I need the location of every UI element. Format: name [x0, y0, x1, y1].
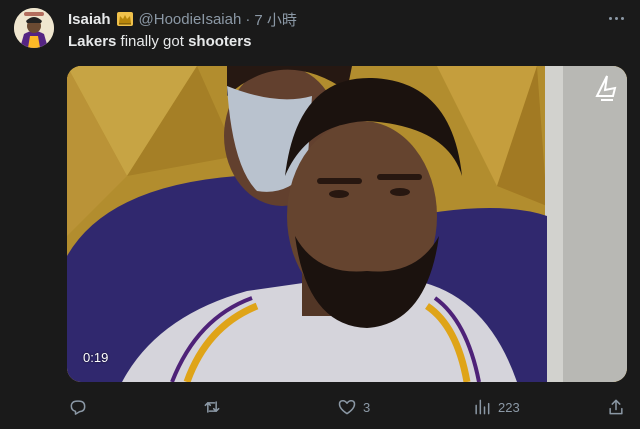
- like-button[interactable]: 3: [337, 396, 370, 418]
- retweet-icon: [204, 401, 220, 413]
- avatar[interactable]: [14, 8, 54, 48]
- views-icon: [475, 399, 490, 415]
- reply-button[interactable]: [68, 396, 88, 418]
- more-options-button[interactable]: [604, 8, 628, 28]
- timestamp[interactable]: 7 小時: [254, 9, 297, 30]
- video-duration: 0:19: [83, 350, 109, 365]
- tweet-text-bold-2: shooters: [188, 33, 252, 50]
- tweet-text: Lakers finally got shooters: [68, 33, 251, 50]
- tweet[interactable]: Isaiah @HoodieIsaiah · 7 小時 Lakers final…: [0, 0, 640, 429]
- reply-icon: [70, 400, 86, 415]
- display-name[interactable]: Isaiah: [68, 11, 111, 28]
- more-dot-icon: [614, 16, 618, 20]
- lakers-logo-icon: [595, 75, 617, 101]
- separator-dot: ·: [245, 10, 251, 28]
- video-frame: [67, 66, 627, 382]
- more-dot-icon: [620, 16, 624, 20]
- retweet-button[interactable]: [202, 396, 222, 418]
- heart-icon: [338, 400, 356, 415]
- tweet-header: Isaiah @HoodieIsaiah · 7 小時: [68, 9, 297, 29]
- share-button[interactable]: [606, 396, 626, 418]
- share-icon: [609, 399, 623, 415]
- tweet-text-plain: finally got: [116, 33, 189, 50]
- handle[interactable]: @HoodieIsaiah: [139, 11, 242, 28]
- views-count: 223: [498, 399, 520, 415]
- like-count: 3: [363, 399, 371, 415]
- video-player[interactable]: 0:19: [67, 66, 627, 382]
- views-button[interactable]: 223: [472, 396, 520, 418]
- crown-icon: [116, 11, 134, 27]
- tweet-text-bold-1: Lakers: [68, 33, 117, 50]
- more-dot-icon: [608, 16, 612, 20]
